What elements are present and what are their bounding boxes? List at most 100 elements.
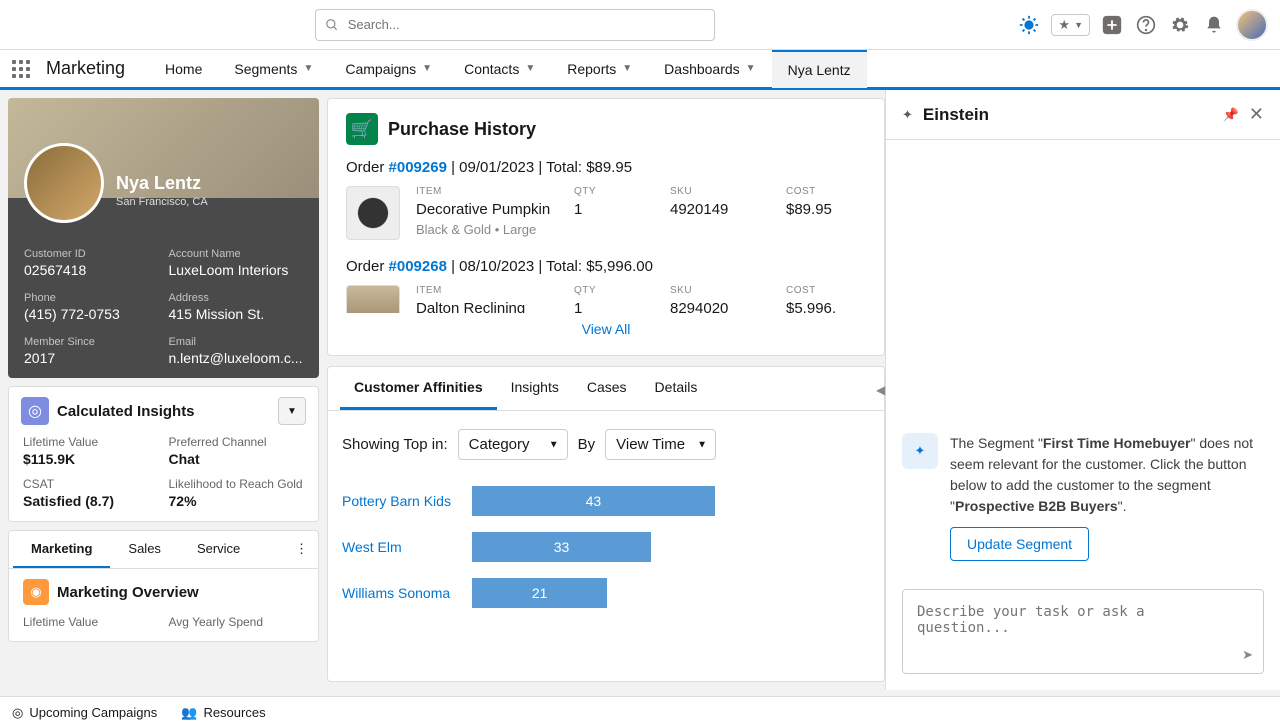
affinity-label[interactable]: Pottery Barn Kids xyxy=(342,493,454,509)
member-since: 2017 xyxy=(24,350,159,366)
chevron-down-icon: ▼ xyxy=(525,63,535,74)
affinity-label[interactable]: West Elm xyxy=(342,539,454,555)
nav-segments[interactable]: Segments▼ xyxy=(218,50,329,88)
nav-contacts[interactable]: Contacts▼ xyxy=(448,50,551,88)
nav-dashboards[interactable]: Dashboards▼ xyxy=(648,50,771,88)
order-link[interactable]: #009269 xyxy=(389,159,447,176)
cart-icon: 🛒 xyxy=(346,113,378,145)
einstein-icon[interactable] xyxy=(1017,13,1041,37)
ltv-value: $115.9K xyxy=(23,451,159,467)
avatar[interactable] xyxy=(1236,9,1268,41)
send-icon[interactable]: ➤ xyxy=(1242,647,1253,663)
update-segment-button[interactable]: Update Segment xyxy=(950,527,1089,561)
nav-campaigns[interactable]: Campaigns▼ xyxy=(329,50,448,88)
csat-label: CSAT xyxy=(23,477,159,491)
item-thumbnail xyxy=(346,285,400,313)
overview-ltv-label: Lifetime Value xyxy=(23,615,159,629)
overview-title: Marketing Overview xyxy=(57,584,199,601)
item-sku: 8294020 xyxy=(670,300,770,313)
category-select[interactable]: Category▼ xyxy=(458,429,568,460)
nav-home[interactable]: Home xyxy=(149,50,218,88)
profile-card: Nya Lentz San Francisco, CA Customer ID0… xyxy=(8,98,319,378)
affinity-row: West Elm 33 xyxy=(328,524,884,570)
profile-avatar xyxy=(24,143,104,223)
einstein-title: Einstein xyxy=(923,105,1213,125)
close-icon[interactable]: ✕ xyxy=(1249,104,1264,125)
chevron-down-icon: ▼ xyxy=(287,406,297,417)
gold-value: 72% xyxy=(169,493,305,509)
email-label: Email xyxy=(169,336,304,348)
einstein-avatar-icon: ✦ xyxy=(902,433,938,469)
app-launcher-icon[interactable] xyxy=(12,60,30,78)
search-input[interactable] xyxy=(315,9,715,41)
ltv-label: Lifetime Value xyxy=(23,435,159,449)
overview-icon: ◉ xyxy=(23,579,49,605)
chevron-down-icon: ▼ xyxy=(303,63,313,74)
tab-cases[interactable]: Cases xyxy=(573,367,641,410)
affinities-card: Customer Affinities Insights Cases Detai… xyxy=(327,366,885,682)
overview-ays-label: Avg Yearly Spend xyxy=(169,615,305,629)
chevron-down-icon: ▼ xyxy=(697,439,707,450)
chevron-down-icon: ▼ xyxy=(422,63,432,74)
order-item-row: ITEM Decorative Pumpkin Black & Gold • L… xyxy=(328,176,884,250)
einstein-icon: ✦ xyxy=(902,107,913,123)
help-icon[interactable] xyxy=(1134,13,1158,37)
affinity-label[interactable]: Williams Sonoma xyxy=(342,585,454,601)
subtab-sales[interactable]: Sales xyxy=(110,531,179,568)
member-since-label: Member Since xyxy=(24,336,159,348)
subtab-marketing[interactable]: Marketing xyxy=(13,531,110,568)
target-icon: ◎ xyxy=(12,705,23,721)
bell-icon[interactable] xyxy=(1202,13,1226,37)
lower-card: Marketing Sales Service ⋮ ◉ Marketing Ov… xyxy=(8,530,319,642)
order-header: Order #009269 | 09/01/2023 | Total: $89.… xyxy=(328,159,884,176)
metric-select[interactable]: View Time▼ xyxy=(605,429,716,460)
insights-menu-button[interactable]: ▼ xyxy=(278,397,306,425)
item-cost: $5,996. xyxy=(786,300,866,313)
tab-insights[interactable]: Insights xyxy=(497,367,573,410)
subtab-more-button[interactable]: ⋮ xyxy=(289,531,314,568)
item-cost: $89.95 xyxy=(786,201,866,218)
favorite-button[interactable]: ★ ▼ xyxy=(1051,14,1090,36)
footer-upcoming[interactable]: ◎Upcoming Campaigns xyxy=(12,705,157,721)
app-name: Marketing xyxy=(46,58,125,79)
item-sub: Black & Gold • Large xyxy=(416,222,558,237)
insights-title: Calculated Insights xyxy=(57,403,270,420)
by-label: By xyxy=(578,436,596,453)
insights-icon: ◎ xyxy=(21,397,49,425)
item-name: Decorative Pumpkin xyxy=(416,201,558,218)
nav-reports[interactable]: Reports▼ xyxy=(551,50,648,88)
nav-record-tab[interactable]: Nya Lentz xyxy=(772,50,867,88)
address-label: Address xyxy=(169,292,304,304)
footer-resources[interactable]: 👥Resources xyxy=(181,705,265,721)
chevron-down-icon: ▼ xyxy=(622,63,632,74)
email: n.lentz@luxeloom.c... xyxy=(169,350,304,366)
purchase-history-card: 🛒 Purchase History Order #009269 | 09/01… xyxy=(327,98,885,356)
profile-name: Nya Lentz xyxy=(116,173,201,194)
affinity-row: Williams Sonoma 21 xyxy=(328,570,884,616)
item-thumbnail xyxy=(346,186,400,240)
phone-label: Phone xyxy=(24,292,159,304)
order-item-row: ITEM Dalton Reclining Sofa QTY1 SKU82940… xyxy=(328,275,884,313)
profile-location: San Francisco, CA xyxy=(116,196,208,208)
einstein-input[interactable] xyxy=(903,590,1263,670)
affinity-bar: 21 xyxy=(472,578,607,608)
einstein-message: ✦ The Segment "First Time Homebuyer" doe… xyxy=(902,433,1264,561)
affinity-bar: 33 xyxy=(472,532,651,562)
add-icon[interactable] xyxy=(1100,13,1124,37)
search-icon xyxy=(325,18,339,32)
gear-icon[interactable] xyxy=(1168,13,1192,37)
tab-details[interactable]: Details xyxy=(641,367,712,410)
item-header: ITEM xyxy=(416,186,558,197)
account-name-label: Account Name xyxy=(169,248,304,260)
view-all-link[interactable]: View All xyxy=(328,313,884,345)
gold-label: Likelihood to Reach Gold xyxy=(169,477,305,491)
pin-icon[interactable]: 📌 xyxy=(1223,107,1239,123)
affinity-bar: 43 xyxy=(472,486,715,516)
order-link[interactable]: #009268 xyxy=(389,258,447,275)
subtab-service[interactable]: Service xyxy=(179,531,258,568)
people-icon: 👥 xyxy=(181,705,197,721)
collapse-handle[interactable]: ◀ xyxy=(876,383,885,397)
phone: (415) 772-0753 xyxy=(24,306,159,322)
affinity-row: Pottery Barn Kids 43 xyxy=(328,478,884,524)
tab-affinities[interactable]: Customer Affinities xyxy=(340,367,497,410)
